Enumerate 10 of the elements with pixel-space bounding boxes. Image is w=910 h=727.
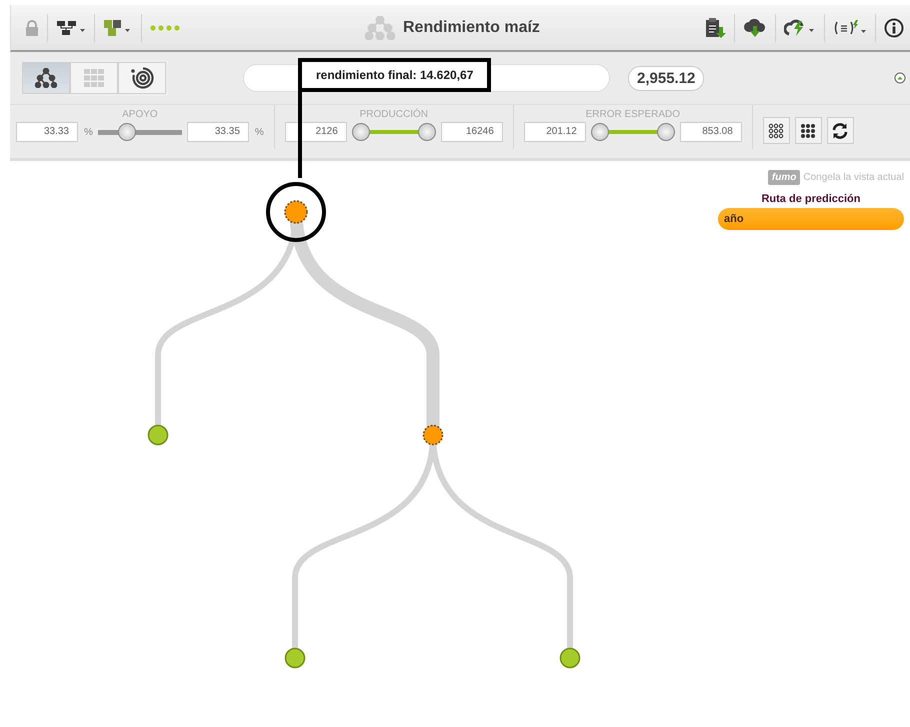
filter-label: PRODUCCIÓN xyxy=(360,109,428,120)
filter-label: ERROR ESPERADO xyxy=(586,109,680,120)
unit-label: % xyxy=(254,126,264,138)
filter-label: APOYO xyxy=(122,109,158,120)
freeze-text: Congela la vista actual xyxy=(803,172,904,183)
prediction-bubble: 2,955.12 xyxy=(628,66,704,90)
path-title: Ruta de predicción xyxy=(761,193,861,205)
unit-label: % xyxy=(84,126,93,138)
annotation-tooltip: rendimiento final: 14.620,67 xyxy=(298,58,492,92)
window-title: Rendimiento maíz xyxy=(403,18,540,36)
